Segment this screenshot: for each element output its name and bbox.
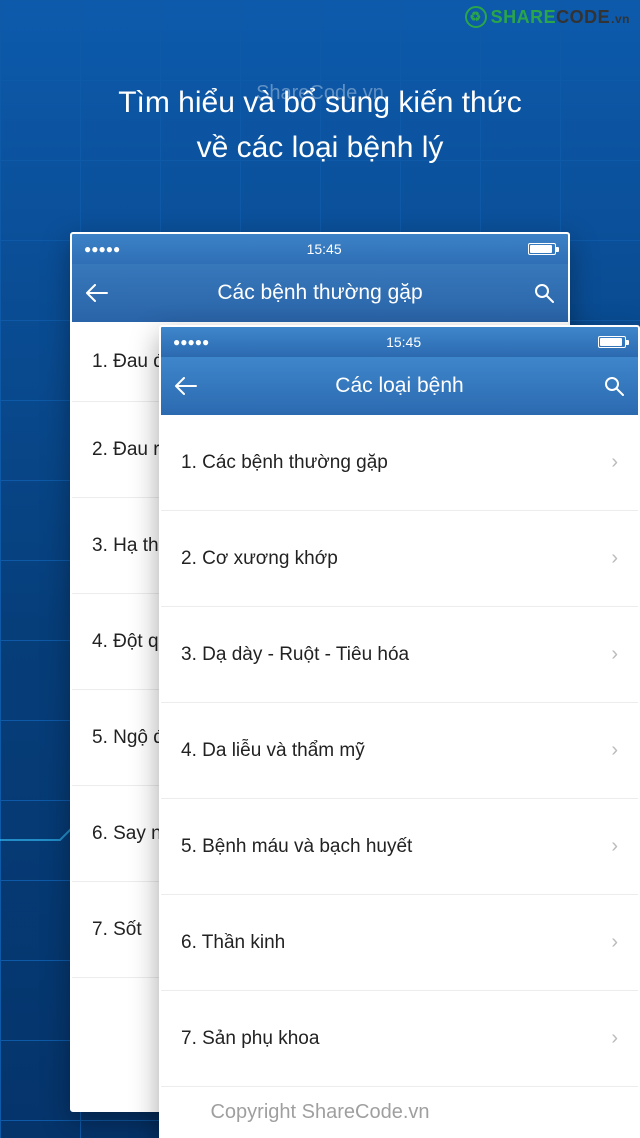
- battery-icon: [598, 336, 626, 348]
- chevron-right-icon: ›: [611, 739, 618, 762]
- arrow-left-icon: [86, 284, 108, 302]
- list-item[interactable]: 2. Cơ xương khớp ›: [161, 511, 638, 607]
- list-item-label: 2. Cơ xương khớp: [181, 548, 338, 570]
- signal-dots-icon: ●●●●●: [84, 243, 120, 255]
- battery-icon: [528, 243, 556, 255]
- status-time: 15:45: [386, 334, 421, 350]
- list-item[interactable]: 5. Bệnh máu và bạch huyết ›: [161, 799, 638, 895]
- list-item-label: 5. Bệnh máu và bạch huyết: [181, 836, 412, 858]
- back-button[interactable]: [175, 377, 205, 395]
- chevron-right-icon: ›: [611, 643, 618, 666]
- phone-screenshot-front: ●●●●● 15:45 Các loại bệnh 1. Các bệnh th…: [159, 325, 640, 1138]
- brand-word-b: CODE: [556, 7, 610, 27]
- chevron-right-icon: ›: [611, 1027, 618, 1050]
- category-list: 1. Các bệnh thường gặp › 2. Cơ xương khớ…: [161, 415, 638, 1087]
- nav-title: Các bệnh thường gặp: [116, 281, 524, 305]
- promo-headline: Tìm hiểu và bổ sung kiến thức về các loạ…: [0, 80, 640, 170]
- list-item-label: 7. Sốt: [92, 919, 142, 941]
- search-icon: [534, 283, 554, 303]
- signal-dots-icon: ●●●●●: [173, 336, 209, 348]
- chevron-right-icon: ›: [611, 547, 618, 570]
- list-item-label: 3. Dạ dày - Ruột - Tiêu hóa: [181, 644, 409, 666]
- search-icon: [604, 376, 624, 396]
- list-item[interactable]: 7. Sản phụ khoa ›: [161, 991, 638, 1087]
- nav-bar: Các bệnh thường gặp: [72, 264, 568, 322]
- list-item[interactable]: 1. Các bệnh thường gặp ›: [161, 415, 638, 511]
- status-bar: ●●●●● 15:45: [161, 327, 638, 357]
- headline-line2: về các loại bệnh lý: [50, 125, 590, 170]
- list-item-label: 1. Các bệnh thường gặp: [181, 452, 388, 474]
- arrow-left-icon: [175, 377, 197, 395]
- list-item[interactable]: 6. Thần kinh ›: [161, 895, 638, 991]
- chevron-right-icon: ›: [611, 451, 618, 474]
- search-button[interactable]: [594, 376, 624, 396]
- nav-title: Các loại bệnh: [205, 374, 594, 398]
- recycle-icon: ♻: [465, 6, 487, 28]
- list-item-label: 4. Da liễu và thẩm mỹ: [181, 740, 365, 762]
- status-time: 15:45: [307, 241, 342, 257]
- chevron-right-icon: ›: [611, 835, 618, 858]
- list-item[interactable]: 4. Da liễu và thẩm mỹ ›: [161, 703, 638, 799]
- brand-watermark-top: ♻ SHARECODE.vn: [465, 6, 630, 28]
- nav-bar: Các loại bệnh: [161, 357, 638, 415]
- brand-tld: .vn: [611, 12, 630, 26]
- list-item-label: 6. Thần kinh: [181, 932, 285, 954]
- brand-word-a: SHARE: [491, 7, 557, 27]
- chevron-right-icon: ›: [611, 931, 618, 954]
- search-button[interactable]: [524, 283, 554, 303]
- status-bar: ●●●●● 15:45: [72, 234, 568, 264]
- headline-line1: Tìm hiểu và bổ sung kiến thức: [50, 80, 590, 125]
- list-item[interactable]: 3. Dạ dày - Ruột - Tiêu hóa ›: [161, 607, 638, 703]
- list-item-label: 7. Sản phụ khoa: [181, 1028, 319, 1050]
- back-button[interactable]: [86, 284, 116, 302]
